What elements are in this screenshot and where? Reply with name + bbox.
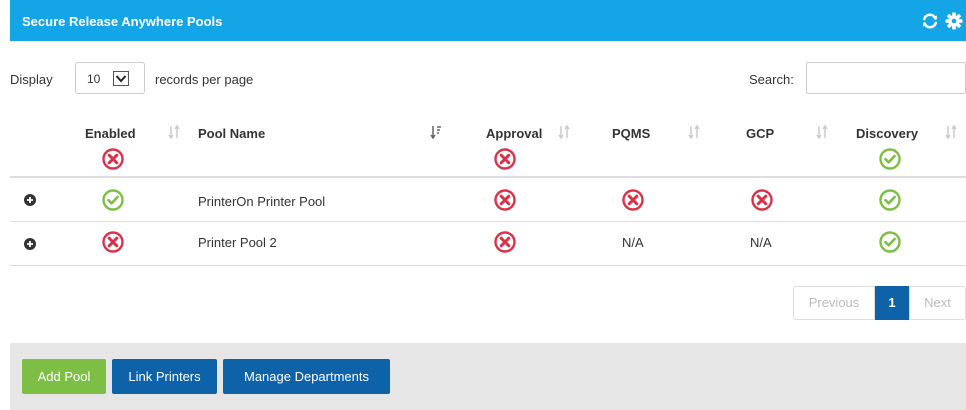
col-enabled[interactable]: Enabled [85,126,136,141]
disabled-icon [494,189,516,211]
manage-departments-button[interactable]: Manage Departments [223,359,390,394]
search-label: Search: [749,72,794,87]
disabled-icon [102,231,124,253]
display-label: Display [10,72,53,87]
pools-table: Enabled Pool Name Approval PQMS GCP Disc… [10,112,966,266]
sort-icon[interactable] [558,124,570,140]
panel-header: Secure Release Anywhere Pools [10,0,966,41]
action-footer: Add Pool Link Printers Manage Department… [10,343,966,410]
sort-icon[interactable] [945,124,957,140]
previous-page-button[interactable]: Previous [793,286,875,320]
enabled-icon [102,189,124,211]
page-1-button[interactable]: 1 [875,286,909,320]
sort-icon[interactable] [688,124,700,140]
disabled-icon [494,231,516,253]
col-pqms[interactable]: PQMS [612,126,650,141]
enabled-icon [879,231,901,253]
sort-icon[interactable] [816,124,828,140]
sort-icon[interactable] [168,124,180,140]
table-controls: Display 10 records per page Search: [10,62,966,94]
table-row: Printer Pool 2 N/A N/A [10,222,966,266]
search-input[interactable] [806,62,966,94]
expand-row-icon[interactable] [24,238,36,250]
table-row: PrinterOn Printer Pool [10,178,966,222]
table-header: Enabled Pool Name Approval PQMS GCP Disc… [10,112,966,178]
disabled-icon [751,189,773,211]
page-size-select[interactable]: 10 [75,62,145,94]
add-pool-button[interactable]: Add Pool [22,359,106,394]
refresh-icon[interactable] [920,11,940,31]
col-discovery[interactable]: Discovery [856,126,918,141]
sort-desc-icon[interactable] [430,124,442,140]
page-size-value: 10 [87,72,101,86]
records-per-page-label: records per page [155,72,254,87]
gear-icon[interactable] [944,11,964,31]
disabled-icon [102,148,124,170]
next-page-button[interactable]: Next [909,286,966,320]
enabled-icon [879,189,901,211]
pqms-cell: N/A [622,235,644,250]
pagination: Previous 1 Next [793,286,966,320]
panel-title: Secure Release Anywhere Pools [22,14,223,29]
disabled-icon [494,148,516,170]
col-gcp[interactable]: GCP [746,126,774,141]
col-approval[interactable]: Approval [486,126,542,141]
disabled-icon [622,189,644,211]
gcp-cell: N/A [750,235,772,250]
col-pool-name[interactable]: Pool Name [198,126,265,141]
chevron-down-icon[interactable] [113,71,129,86]
link-printers-button[interactable]: Link Printers [112,359,217,394]
pools-panel: Secure Release Anywhere Pools Display 10… [10,0,966,410]
expand-row-icon[interactable] [24,194,36,206]
enabled-icon [879,148,901,170]
pool-name-cell: PrinterOn Printer Pool [198,194,326,209]
pool-name-cell: Printer Pool 2 [198,235,277,250]
